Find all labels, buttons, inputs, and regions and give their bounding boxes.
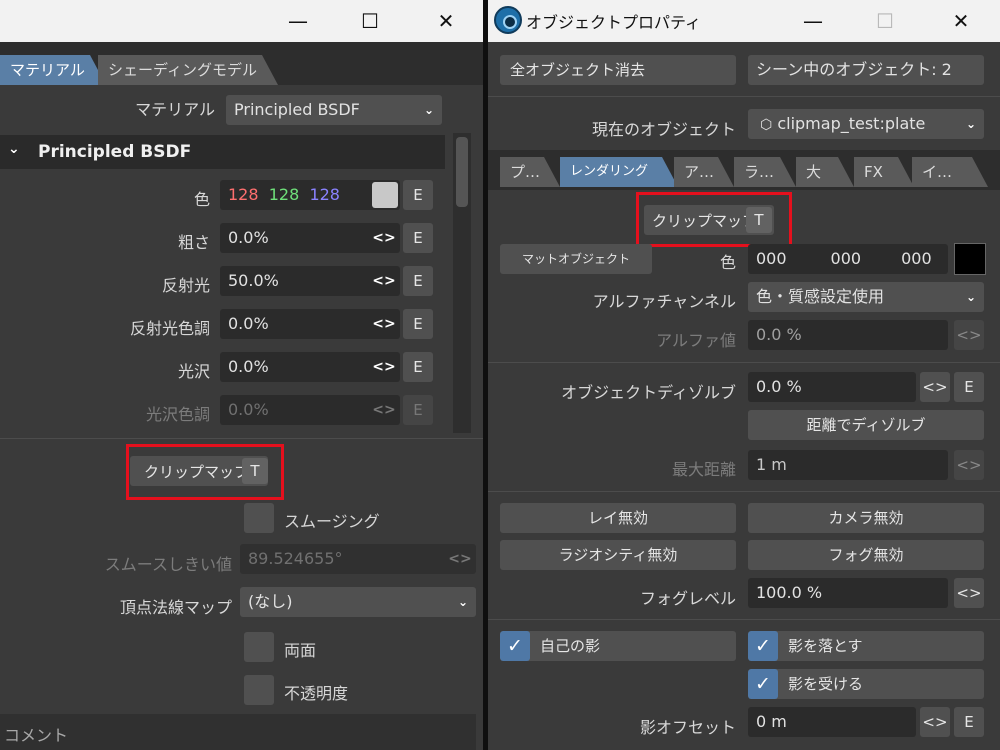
maximize-icon: ☐	[876, 9, 894, 33]
check-icon: ✓	[748, 669, 778, 699]
current-object-select[interactable]: ⬡ clipmap_test:plate ⌄	[748, 109, 984, 139]
envelope-button[interactable]: E	[403, 223, 433, 253]
smooth-threshold-label: スムースしきい値	[104, 555, 232, 574]
arrows-icon[interactable]: <>	[920, 707, 950, 737]
envelope-button[interactable]: E	[403, 266, 433, 296]
dissolve-field[interactable]: 0.0 %	[748, 372, 916, 402]
specular-tint-label: 反射光色調	[129, 319, 210, 338]
chevron-down-icon: ⌄	[423, 103, 434, 117]
color-label: 色	[193, 190, 210, 209]
material-label: マテリアル	[135, 100, 215, 119]
arrows-icon: <>	[954, 450, 984, 480]
specular-label: 反射光	[161, 276, 210, 295]
fog-level-label: フォグレベル	[639, 589, 736, 608]
highlight-box	[636, 192, 792, 247]
current-object-label: 現在のオブジェクト	[591, 120, 736, 139]
radiosity-off-button[interactable]: ラジオシティ無効	[500, 540, 736, 570]
clear-all-button[interactable]: 全オブジェクト消去	[500, 55, 736, 85]
close-icon[interactable]: ✕	[423, 0, 469, 42]
material-window: — ☐ ✕ マテリアル シェーディングモデル マテリアル Principled …	[0, 0, 483, 750]
matte-color-field[interactable]: 000 000 000	[748, 244, 948, 274]
double-sided-label: 両面	[284, 641, 317, 660]
comment-bar[interactable]: コメント	[0, 714, 476, 750]
chevron-down-icon: ⌄	[965, 290, 976, 304]
smoothing-checkbox[interactable]	[244, 503, 274, 533]
sheen-label: 光沢	[177, 362, 210, 381]
arrows-icon[interactable]: <>	[954, 578, 984, 608]
chevron-down-icon: ⌄	[965, 117, 976, 131]
alpha-channel-label: アルファチャンネル	[592, 292, 736, 311]
vertex-normal-label: 頂点法線マップ	[119, 598, 232, 617]
smoothing-label: スムージング	[284, 512, 380, 531]
material-select[interactable]: Principled BSDF ⌄	[226, 95, 442, 125]
alpha-channel-select[interactable]: 色・質感設定使用 ⌄	[748, 282, 984, 312]
left-titlebar: — ☐ ✕	[0, 0, 483, 42]
double-sided-checkbox[interactable]	[244, 632, 274, 662]
receive-shadow-toggle[interactable]: ✓ 影を受ける	[748, 669, 984, 699]
envelope-button[interactable]: E	[403, 180, 433, 210]
vertex-normal-select[interactable]: (なし) ⌄	[240, 587, 476, 617]
envelope-button[interactable]: E	[954, 707, 984, 737]
matte-color-swatch[interactable]	[954, 243, 986, 275]
arrows-icon: <>	[448, 551, 472, 567]
smooth-threshold-field: 89.524655°	[240, 544, 476, 574]
ray-off-button[interactable]: レイ無効	[500, 503, 736, 533]
arrows-icon: <>	[372, 402, 396, 418]
scene-objects-count: シーン中のオブジェクト: 2	[748, 55, 984, 85]
chevron-down-icon: ⌄	[457, 595, 468, 609]
arrows-icon[interactable]: <>	[920, 372, 950, 402]
check-icon: ✓	[500, 631, 530, 661]
tab-material[interactable]: マテリアル	[0, 55, 106, 85]
alpha-value-label: アルファ値	[656, 331, 736, 350]
close-icon[interactable]: ✕	[938, 0, 984, 42]
highlight-box	[126, 444, 284, 500]
envelope-button: E	[403, 395, 433, 425]
maximize-icon[interactable]: ☐	[347, 0, 393, 42]
tab-shading-model[interactable]: シェーディングモデル	[98, 55, 278, 85]
shadow-offset-field[interactable]: 0 m	[748, 707, 916, 737]
opacity-label: 不透明度	[284, 684, 349, 703]
minimize-icon[interactable]: —	[275, 0, 321, 42]
sheen-tint-label: 光沢色調	[145, 405, 210, 424]
arrows-icon[interactable]: <>	[370, 352, 398, 382]
right-titlebar: オブジェクトプロパティ — ☐ ✕	[488, 0, 1000, 42]
app-logo-icon	[494, 6, 522, 34]
minimize-icon[interactable]: —	[790, 0, 836, 42]
roughness-label: 粗さ	[177, 233, 210, 252]
arrows-icon: <>	[954, 320, 984, 350]
shadow-offset-label: 影オフセット	[639, 718, 736, 737]
cast-shadow-toggle[interactable]: ✓ 影を落とす	[748, 631, 984, 661]
window-title: オブジェクトプロパティ	[526, 13, 702, 32]
opacity-checkbox[interactable]	[244, 675, 274, 705]
cube-icon: ⬡	[760, 117, 773, 133]
alpha-value-field: 0.0 %	[748, 320, 948, 350]
camera-off-button[interactable]: カメラ無効	[748, 503, 984, 533]
matte-color-label: 色	[719, 253, 736, 272]
distance-dissolve-button[interactable]: 距離でディゾルブ	[748, 410, 984, 440]
scrollbar[interactable]	[453, 133, 471, 433]
envelope-button[interactable]: E	[403, 309, 433, 339]
arrows-icon[interactable]: <>	[370, 223, 398, 253]
color-swatch[interactable]	[372, 182, 398, 208]
fog-level-field[interactable]: 100.0 %	[748, 578, 948, 608]
max-distance-label: 最大距離	[671, 460, 736, 479]
check-icon: ✓	[748, 631, 778, 661]
envelope-button[interactable]: E	[954, 372, 984, 402]
tab-rendering[interactable]: レンダリング	[560, 157, 678, 187]
object-properties-window: オブジェクトプロパティ — ☐ ✕ 全オブジェクト消去 シーン中のオブジェクト:…	[488, 0, 1000, 750]
comment-label: コメント	[4, 726, 69, 745]
fog-off-button[interactable]: フォグ無効	[748, 540, 984, 570]
self-shadow-toggle[interactable]: ✓ 自己の影	[500, 631, 736, 661]
dissolve-label: オブジェクトディゾルブ	[561, 383, 736, 402]
chevron-down-icon: ⌄	[8, 141, 20, 157]
max-distance-field: 1 m	[748, 450, 948, 480]
envelope-button[interactable]: E	[403, 352, 433, 382]
section-title: Principled BSDF	[38, 142, 192, 162]
arrows-icon[interactable]: <>	[370, 309, 398, 339]
matte-object-button[interactable]: マットオブジェクト	[500, 244, 652, 274]
section-header[interactable]: ⌄ Principled BSDF	[0, 135, 445, 169]
arrows-icon[interactable]: <>	[370, 266, 398, 296]
